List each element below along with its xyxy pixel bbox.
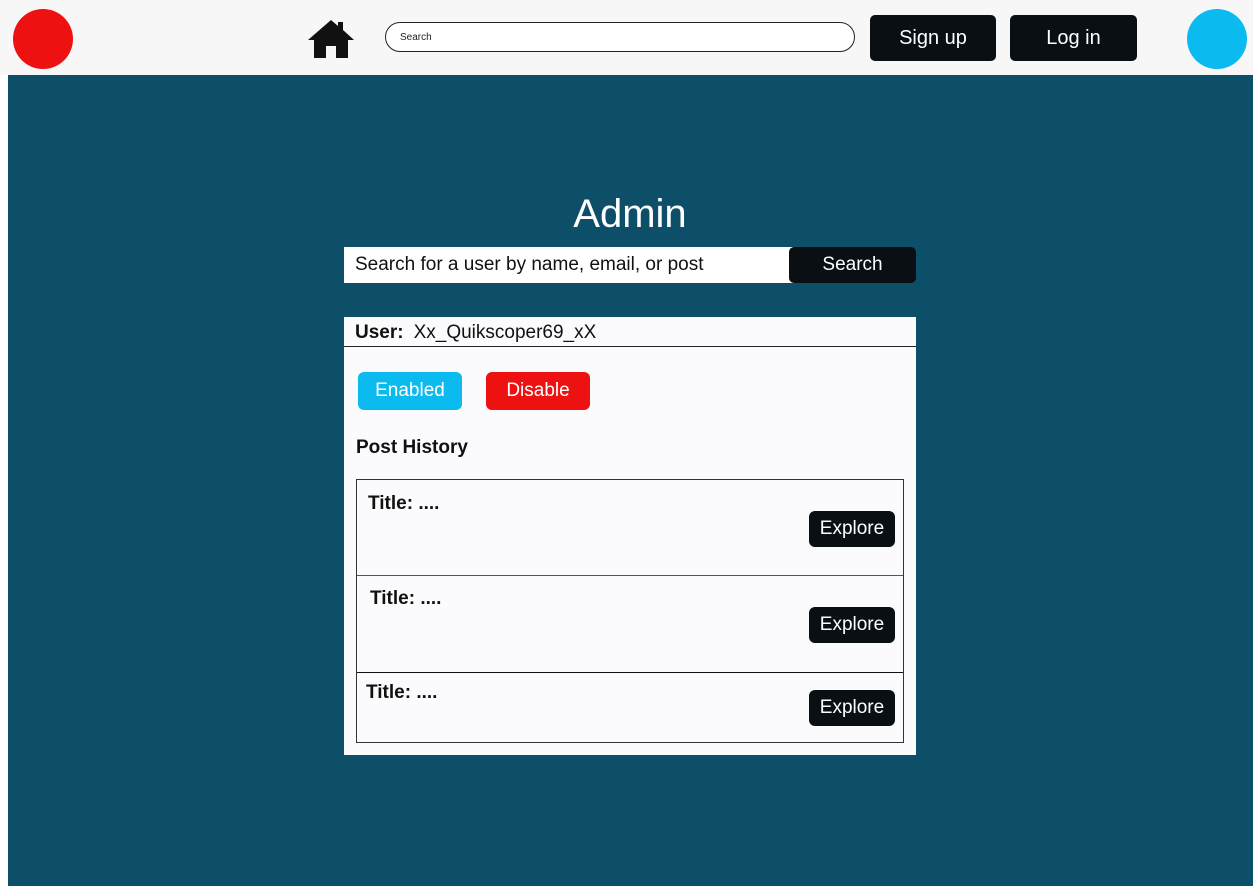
header-search-input[interactable]	[385, 22, 855, 52]
post-history-heading: Post History	[356, 437, 468, 458]
avatar[interactable]	[1187, 9, 1247, 69]
list-item: Title: .... Explore	[357, 576, 903, 673]
username: Xx_Quikscoper69_xX	[413, 322, 597, 343]
post-history-list: Title: .... Explore Title: .... Explore …	[356, 479, 904, 743]
home-icon[interactable]	[306, 18, 356, 60]
explore-button[interactable]: Explore	[809, 607, 895, 643]
post-title: Title: ....	[366, 682, 438, 703]
post-title: Title: ....	[368, 493, 440, 514]
enabled-button[interactable]: Enabled	[358, 372, 462, 410]
explore-button[interactable]: Explore	[809, 511, 895, 547]
explore-button[interactable]: Explore	[809, 690, 895, 726]
disable-button[interactable]: Disable	[486, 372, 590, 410]
user-panel: User: Xx_Quikscoper69_xX Enabled Disable …	[344, 317, 916, 755]
logo[interactable]	[13, 9, 73, 69]
search-button[interactable]: Search	[789, 247, 916, 283]
list-item: Title: .... Explore	[357, 480, 903, 576]
user-label: User:	[355, 322, 404, 343]
user-row: User: Xx_Quikscoper69_xX	[344, 317, 916, 347]
page-title: Admin	[573, 192, 687, 236]
list-item: Title: .... Explore	[357, 673, 903, 743]
log-in-button[interactable]: Log in	[1010, 15, 1137, 61]
user-search-input[interactable]	[344, 247, 794, 283]
top-navigation-bar: Sign up Log in	[0, 0, 1253, 75]
post-title: Title: ....	[370, 588, 442, 609]
sign-up-button[interactable]: Sign up	[870, 15, 996, 61]
